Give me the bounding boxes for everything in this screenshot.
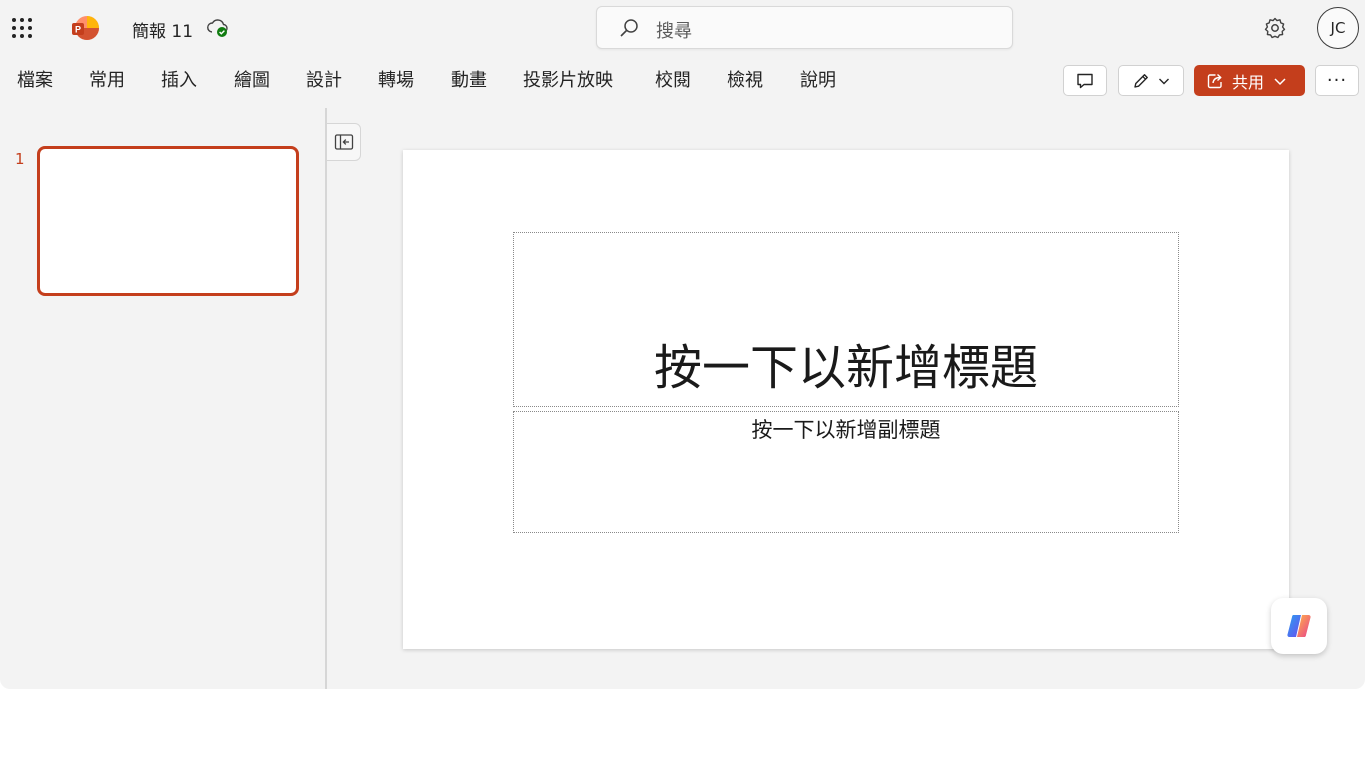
more-options-button[interactable]: ··· [1315, 65, 1359, 96]
tab-review[interactable]: 校閱 [655, 62, 691, 100]
tab-file[interactable]: 檔案 [17, 62, 53, 100]
share-button[interactable]: 共用 [1194, 65, 1305, 96]
pane-splitter[interactable] [325, 108, 327, 689]
tab-slide-show[interactable]: 投影片放映 [523, 62, 613, 100]
editing-mode-button[interactable] [1118, 65, 1184, 96]
app-launcher-icon[interactable] [10, 16, 34, 40]
tab-animations[interactable]: 動畫 [451, 62, 487, 100]
powerpoint-window: P 簡報 11 搜尋 JC 檔案 常用 插入 繪圖 設計 轉場 動畫 投影片放映… [0, 0, 1365, 689]
tab-insert[interactable]: 插入 [161, 62, 197, 100]
chevron-down-icon [1274, 77, 1286, 85]
search-icon [620, 19, 638, 37]
document-title[interactable]: 簡報 11 [132, 17, 193, 42]
title-placeholder-text: 按一下以新增標題 [653, 340, 1038, 396]
search-box[interactable]: 搜尋 [596, 6, 1013, 49]
tab-design[interactable]: 設計 [306, 62, 342, 100]
avatar[interactable]: JC [1317, 7, 1359, 49]
share-icon [1207, 73, 1222, 88]
tab-help[interactable]: 說明 [800, 62, 836, 100]
cloud-saved-icon[interactable] [206, 17, 230, 39]
collapse-pane-icon [334, 134, 353, 150]
slide-thumbnail-number: 1 [15, 150, 25, 168]
search-placeholder: 搜尋 [656, 21, 692, 42]
pen-icon [1134, 73, 1148, 88]
tab-home[interactable]: 常用 [89, 62, 125, 100]
slide-thumbnail[interactable] [37, 146, 299, 296]
comments-button[interactable] [1063, 65, 1107, 96]
gear-icon[interactable] [1263, 16, 1287, 40]
powerpoint-logo-icon[interactable]: P [70, 14, 100, 42]
copilot-icon [1287, 615, 1311, 637]
collapse-thumbnails-button[interactable] [327, 123, 361, 161]
subtitle-placeholder-text: 按一下以新增副標題 [751, 418, 941, 442]
comment-icon [1077, 73, 1093, 88]
share-label: 共用 [1232, 72, 1265, 92]
svg-text:P: P [75, 25, 81, 35]
more-icon: ··· [1326, 70, 1348, 91]
subtitle-placeholder[interactable]: 按一下以新增副標題 [513, 411, 1179, 533]
slide-canvas[interactable]: 按一下以新增標題 按一下以新增副標題 [403, 150, 1289, 649]
tab-transitions[interactable]: 轉場 [378, 62, 414, 100]
tab-view[interactable]: 檢視 [727, 62, 763, 100]
chevron-down-icon [1159, 78, 1169, 84]
title-placeholder[interactable]: 按一下以新增標題 [513, 232, 1179, 407]
copilot-button[interactable] [1271, 598, 1327, 654]
tab-draw[interactable]: 繪圖 [234, 62, 270, 100]
